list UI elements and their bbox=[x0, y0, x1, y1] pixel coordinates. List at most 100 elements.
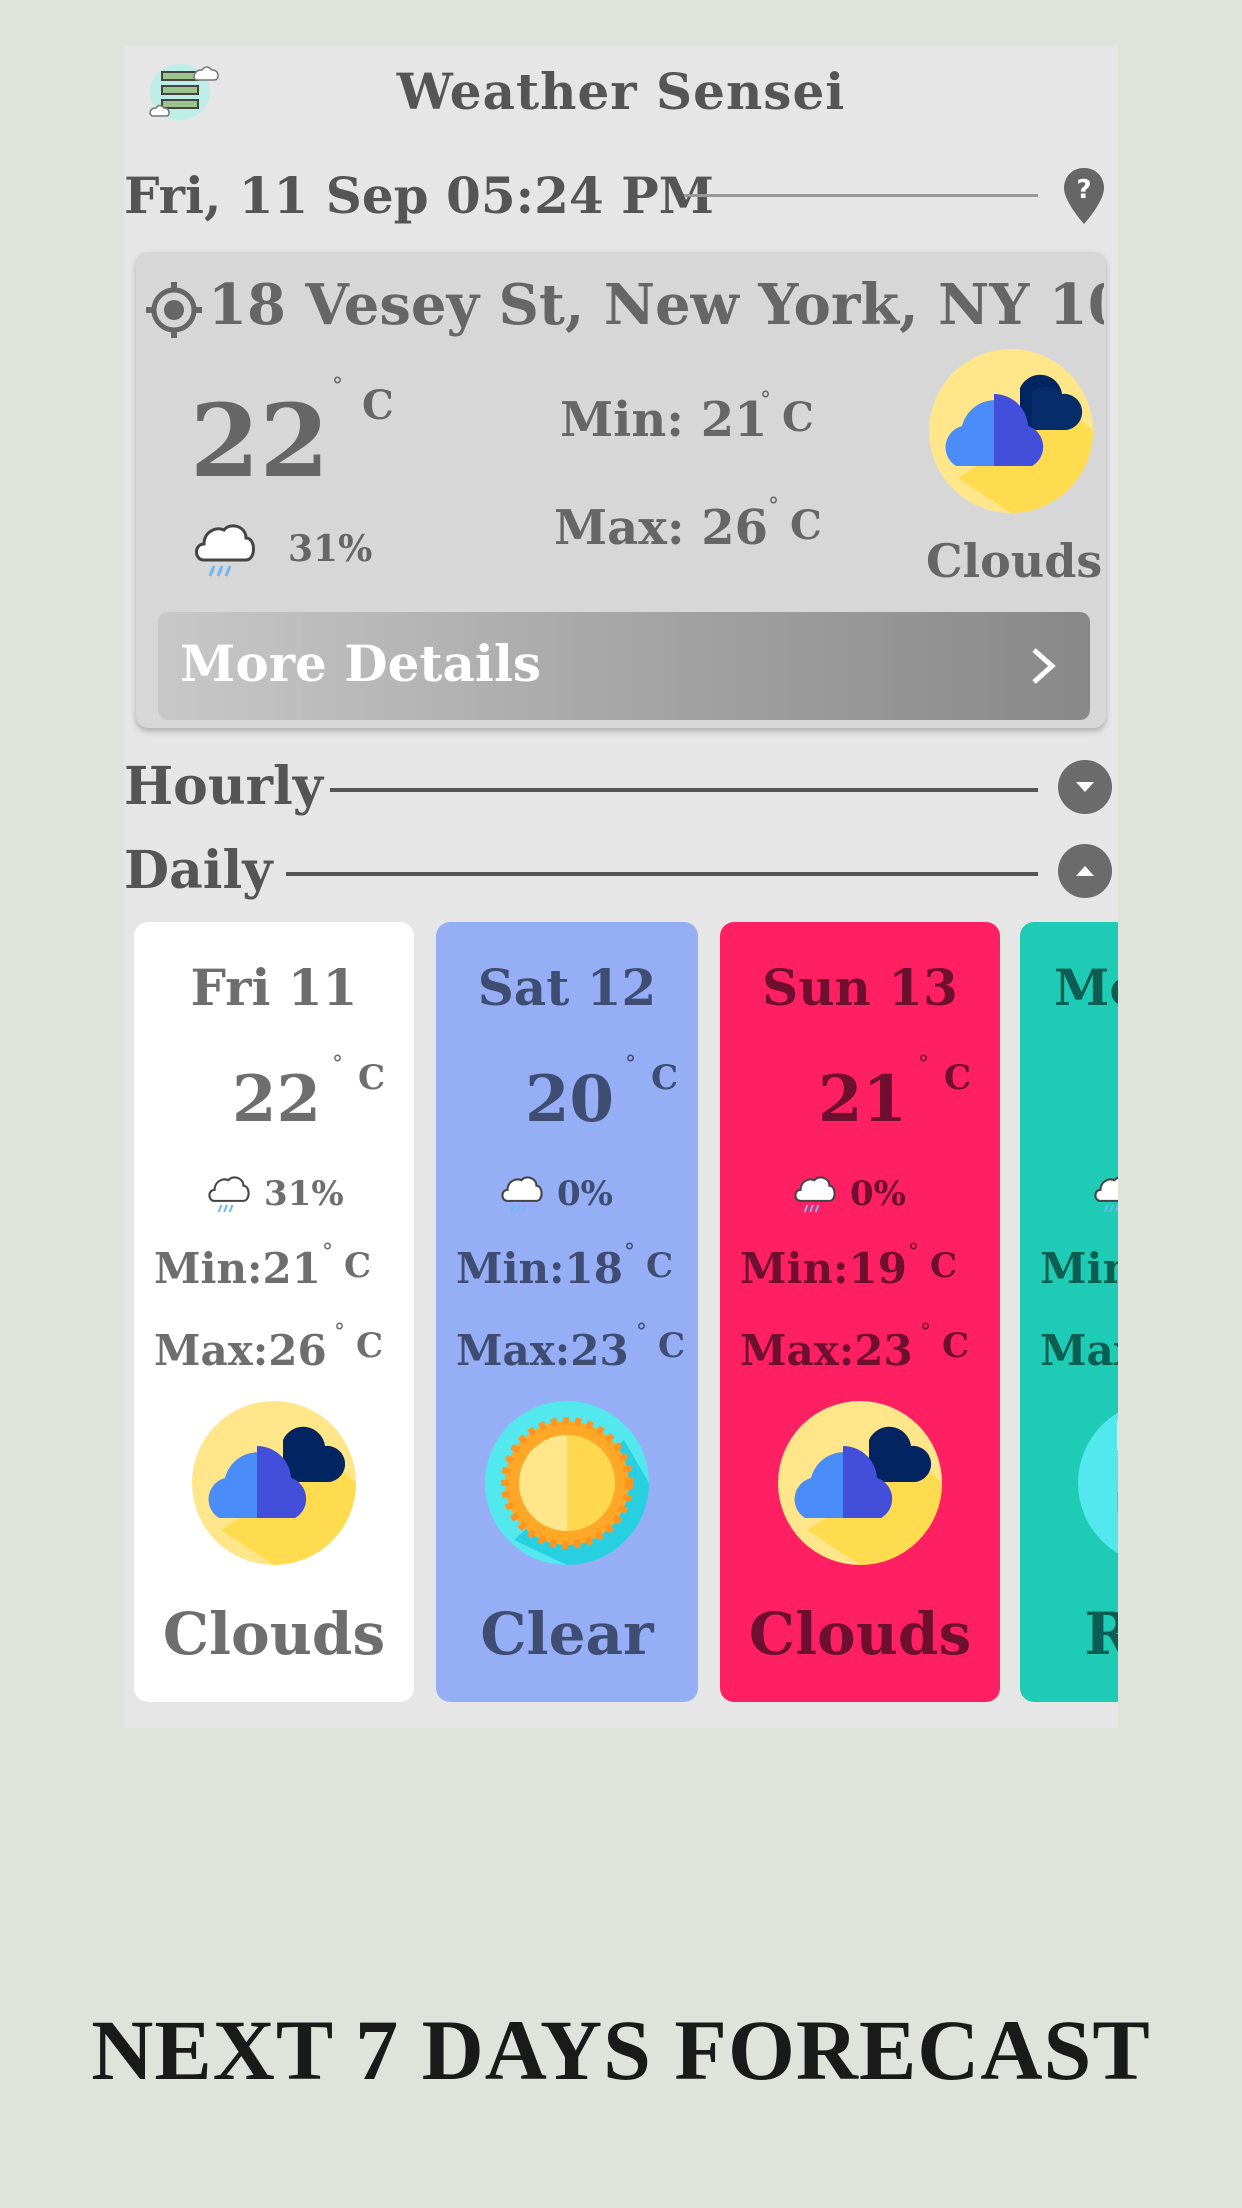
min-temperature: Min: 21 bbox=[560, 392, 768, 448]
cloud-rain-icon bbox=[195, 524, 255, 577]
divider-line bbox=[286, 872, 1038, 876]
daily-forecast-list[interactable]: Fri 11 22 ° C 31% Min:21 ° C Max:26 ° C Clouds Sat 1… bbox=[124, 922, 1118, 1712]
degree-symbol: ° bbox=[918, 1052, 929, 1077]
day-max-temperature: Max:23 bbox=[740, 1326, 913, 1375]
degree-symbol: ° bbox=[332, 1052, 343, 1077]
day-min-temperature: Min:21 bbox=[154, 1244, 321, 1293]
clear-icon bbox=[485, 1401, 649, 1565]
day-rain-chance bbox=[1020, 1170, 1118, 1220]
cloud-rain-icon bbox=[1094, 1176, 1118, 1213]
clouds-icon bbox=[778, 1401, 942, 1565]
max-temperature: Max: 26 bbox=[554, 500, 769, 556]
daily-label: Daily bbox=[124, 840, 273, 901]
day-rain-chance: 31% bbox=[134, 1170, 414, 1220]
day-temperature-group: 21 ° C bbox=[720, 1052, 1000, 1152]
degree-symbol: ° bbox=[768, 494, 779, 519]
day-temperature: 21 bbox=[818, 1062, 908, 1137]
degree-symbol: ° bbox=[636, 1320, 647, 1345]
address: 18 Vesey St, New York, NY 10007 bbox=[208, 272, 1104, 338]
daily-toggle-button[interactable] bbox=[1058, 844, 1112, 898]
hourly-section-header[interactable]: Hourly bbox=[124, 750, 1118, 820]
degree-symbol: ° bbox=[334, 1320, 345, 1345]
day-temperature-group: 20 ° C bbox=[436, 1052, 698, 1152]
day-max-temperature: Max:23 bbox=[456, 1326, 629, 1375]
clouds-icon bbox=[929, 349, 1093, 513]
temperature-unit: C bbox=[790, 502, 822, 549]
temperature-unit: C bbox=[944, 1058, 972, 1098]
day-min-temperature: Min: bbox=[1040, 1244, 1118, 1293]
rain-percentage: 31% bbox=[264, 1174, 344, 1214]
chevron-right-icon bbox=[1032, 648, 1056, 684]
daily-card[interactable]: Sat 12 20 ° C 0% Min:18 ° C Max:23 ° C Clear bbox=[436, 922, 698, 1702]
cloud-rain-icon bbox=[208, 1176, 250, 1213]
temperature-unit: C bbox=[942, 1326, 970, 1366]
temperature-unit: C bbox=[930, 1246, 958, 1286]
more-details-button[interactable]: More Details bbox=[158, 612, 1090, 720]
day-label: Mon 14 bbox=[1053, 958, 1118, 1017]
degree-symbol: ° bbox=[625, 1052, 636, 1077]
day-temperature: 22 bbox=[232, 1062, 322, 1137]
caret-up-icon bbox=[1076, 866, 1094, 876]
day-condition: Clouds bbox=[748, 1600, 972, 1668]
day-rain-chance: 0% bbox=[436, 1170, 698, 1220]
rain-percentage: 0% bbox=[850, 1174, 906, 1214]
day-min-temperature: Min:19 bbox=[740, 1244, 907, 1293]
location-row[interactable]: 18 Vesey St, New York, NY 10007 bbox=[144, 272, 1104, 342]
temperature-unit: C bbox=[658, 1326, 686, 1366]
day-label: Sun 13 bbox=[762, 958, 958, 1017]
day-rain-chance: 0% bbox=[720, 1170, 1000, 1220]
current-weather-card: 18 Vesey St, New York, NY 10007 22 ° C 3… bbox=[136, 252, 1106, 728]
degree-symbol: ° bbox=[332, 374, 343, 399]
temperature-unit: C bbox=[344, 1246, 372, 1286]
rain-percentage: 31% bbox=[288, 528, 373, 570]
daily-card[interactable]: Mon 14°CMin:°CMax:°CRain bbox=[1020, 922, 1118, 1702]
current-temperature: 22 bbox=[190, 382, 330, 500]
svg-text:?: ? bbox=[1076, 175, 1091, 205]
day-temperature: 20 bbox=[525, 1062, 615, 1137]
temperature-unit: C bbox=[651, 1058, 679, 1098]
hourly-label: Hourly bbox=[124, 756, 323, 817]
day-condition: Clear bbox=[480, 1600, 654, 1668]
clouds-icon bbox=[192, 1401, 356, 1565]
current-condition: Clouds bbox=[926, 534, 1103, 588]
daily-card[interactable]: Sun 13 21 ° C 0% Min:19 ° C Max:23 ° C Clouds bbox=[720, 922, 1000, 1702]
degree-symbol: ° bbox=[322, 1240, 333, 1265]
rain-chance: 31% bbox=[190, 518, 410, 588]
temperature-unit: C bbox=[362, 382, 394, 429]
location-help-button[interactable]: ? bbox=[1062, 166, 1106, 226]
current-datetime: Fri, 11 Sep 05:24 PM bbox=[124, 166, 715, 225]
degree-symbol: ° bbox=[760, 388, 771, 413]
day-max-temperature: Max: bbox=[1040, 1326, 1118, 1375]
temperature-unit: C bbox=[646, 1246, 674, 1286]
day-max-temperature: Max:26 bbox=[154, 1326, 327, 1375]
day-label: Fri 11 bbox=[190, 958, 358, 1017]
day-temperature-group: °C bbox=[1020, 1052, 1118, 1152]
more-details-label: More Details bbox=[180, 634, 542, 693]
hourly-toggle-button[interactable] bbox=[1058, 760, 1112, 814]
daily-card[interactable]: Fri 11 22 ° C 31% Min:21 ° C Max:26 ° C Clouds bbox=[134, 922, 414, 1702]
cloud-rain-icon bbox=[794, 1176, 836, 1213]
app-screen: Weather Sensei Fri, 11 Sep 05:24 PM ? 18… bbox=[124, 46, 1118, 1728]
day-condition: Rain bbox=[1084, 1600, 1118, 1668]
degree-symbol: ° bbox=[624, 1240, 635, 1265]
rain-icon bbox=[1078, 1412, 1118, 1554]
cloud-rain-icon bbox=[501, 1176, 543, 1213]
daily-section-header[interactable]: Daily bbox=[124, 834, 1118, 904]
degree-symbol: ° bbox=[908, 1240, 919, 1265]
day-condition: Clouds bbox=[162, 1600, 386, 1668]
target-icon bbox=[146, 282, 202, 338]
day-min-temperature: Min:18 bbox=[456, 1244, 623, 1293]
temperature-unit: C bbox=[782, 394, 814, 441]
location-help-icon: ? bbox=[1064, 168, 1104, 224]
divider-line bbox=[684, 194, 1038, 197]
divider-line bbox=[330, 788, 1038, 792]
day-temperature-group: 22 ° C bbox=[134, 1052, 414, 1152]
promo-caption: NEXT 7 DAYS FORECAST bbox=[91, 2002, 1151, 2098]
day-label: Sat 12 bbox=[477, 958, 657, 1017]
degree-symbol: ° bbox=[920, 1320, 931, 1345]
temperature-unit: C bbox=[356, 1326, 384, 1366]
app-bar: Weather Sensei bbox=[124, 46, 1118, 146]
app-title: Weather Sensei bbox=[396, 62, 846, 121]
caret-down-icon bbox=[1076, 782, 1094, 792]
temperature-unit: C bbox=[358, 1058, 386, 1098]
